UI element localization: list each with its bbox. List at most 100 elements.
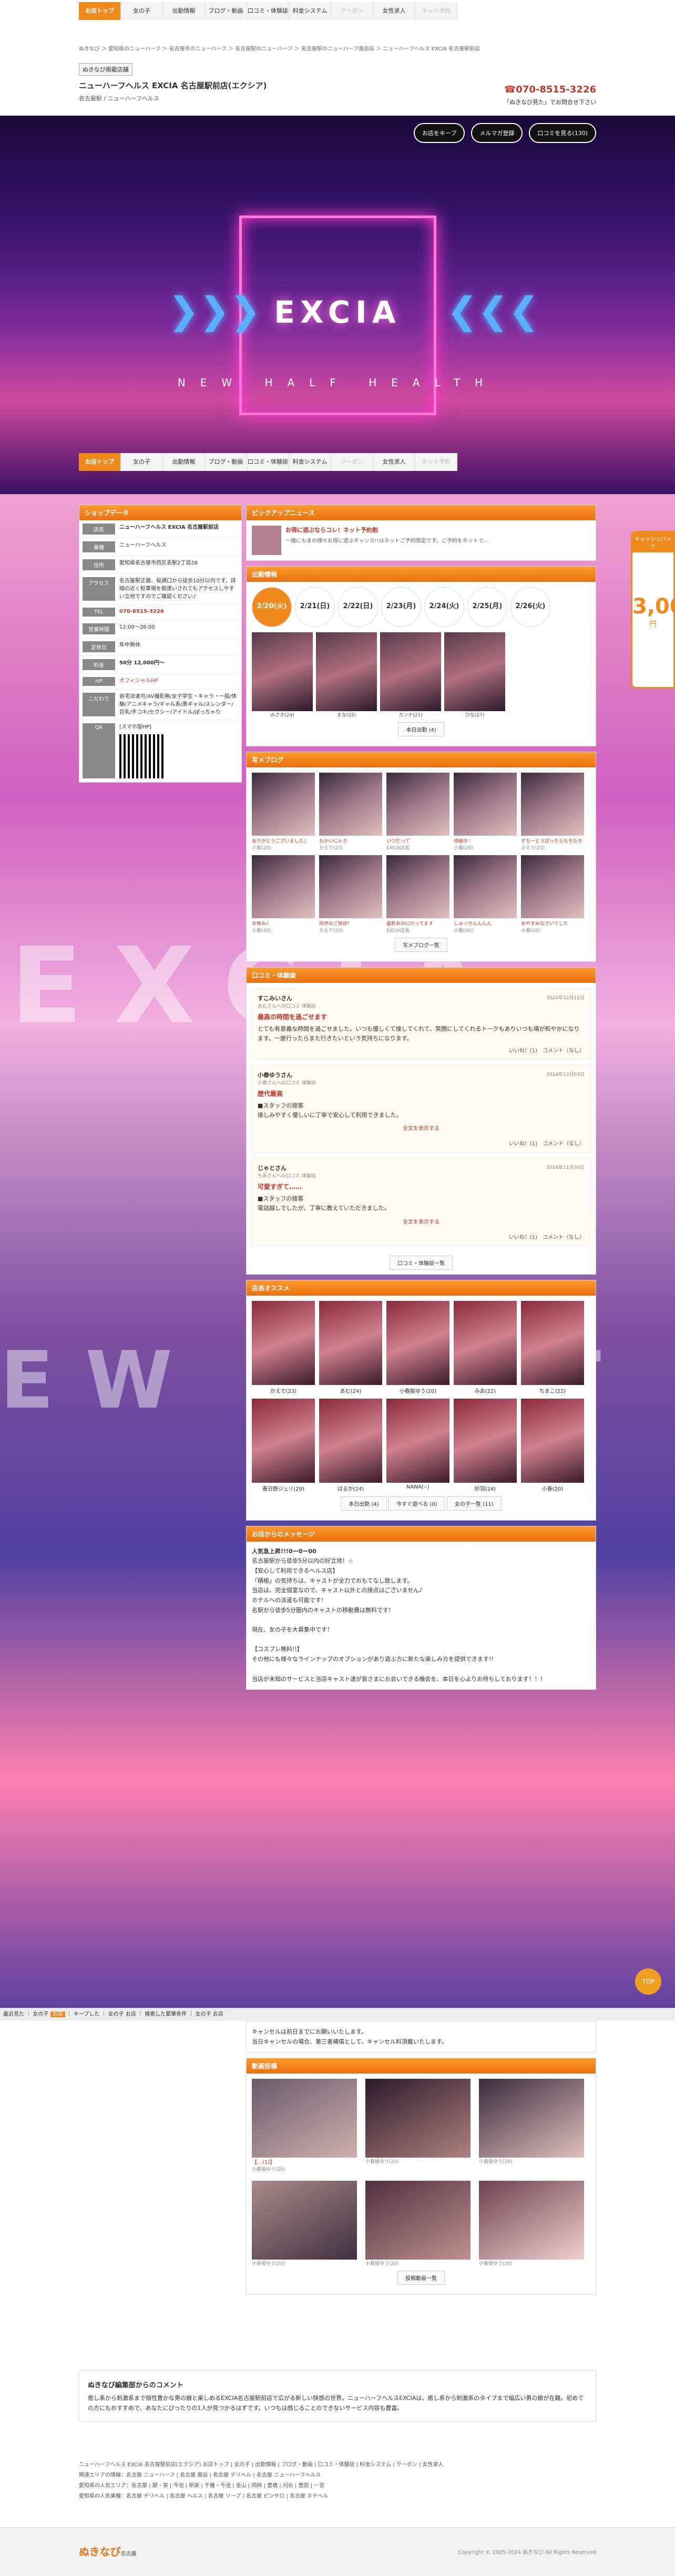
qr-code[interactable] [119, 734, 163, 778]
review-card: 小春ゆうさん 2024年12月03日 小春さんへの口コミ 体験談 歴代最高 ■スタ… [252, 1065, 590, 1153]
day-tab[interactable]: 2/23(月) [381, 587, 421, 627]
nav-price[interactable]: 料金システム [289, 2, 331, 20]
day-tab[interactable]: 2/21(日) [295, 587, 335, 627]
info-row: こだわり 自宅派遣可/AV撮影無/女子学生・キャラ・一般/体験/アニメキャラ/ギャ… [79, 690, 241, 720]
girl-card[interactable]: あむ(24) [319, 1300, 382, 1394]
comment-button[interactable]: コメント（なし） [543, 1235, 585, 1240]
nav-shop-top[interactable]: お店トップ [79, 2, 121, 20]
video-item[interactable]: 小春姫ゆう(20) [252, 2181, 357, 2266]
nav-recruit[interactable]: 女性求人 [373, 2, 415, 20]
like-button[interactable]: いいね！(1) [509, 1141, 537, 1147]
schedule-calendar: 2/20(火) 2/21(日) 2/22(日) 2/23(月) 2/24(火) … [252, 587, 590, 627]
video-panel: 動画投稿 【…(1)】 小春姫ゆう(20) 小春姫ゆう(20) 小春姫ゆう(20)… [246, 2058, 596, 2295]
secondary-nav: お店トップ 女の子 出勤情報 ブログ・動画 口コミ・体験談 料金システム クーポ… [79, 453, 457, 471]
girl-thumb[interactable] [380, 632, 441, 711]
blog-list-button[interactable]: 写メブログ一覧 [395, 938, 447, 952]
nav2-girls[interactable]: 女の子 [121, 453, 163, 471]
like-button[interactable]: いいね！(1) [509, 1235, 537, 1240]
review-card: じゃとさん 2024年11月30日 ちあさんへの口コミ 体験談 可愛すぎて…… ■… [252, 1158, 590, 1246]
blog-item[interactable]: しゅっきんんんん 小春(20) [454, 855, 517, 933]
nav2-reserve[interactable]: ネット予約 [415, 453, 457, 471]
day-tab[interactable]: 2/22(日) [338, 587, 378, 627]
keep-shop-button[interactable]: お店をキープ [414, 123, 465, 143]
comment-button[interactable]: コメント（なし） [543, 1048, 585, 1054]
nav-schedule[interactable]: 出勤情報 [163, 2, 205, 20]
girl-card[interactable]: 春日野ジュリ(29) [252, 1398, 315, 1492]
phone-number[interactable]: ☎070-8515-3226 [504, 84, 596, 95]
comment-button[interactable]: コメント（なし） [543, 1141, 585, 1147]
pickup-thumb[interactable] [252, 526, 281, 555]
history-bar: 最近見た ｜ 女の子 お店 ｜ キープした ｜ 女の子 お店 ｜ 検索した繁華条… [0, 2008, 675, 2020]
breadcrumb[interactable]: ぬきなび ＞ 愛知県のニューハーフ ＞ 名古屋市のニューハーフ ＞ 名古屋駅のニ… [79, 44, 480, 52]
girl-thumb[interactable] [316, 632, 377, 711]
official-hp-link[interactable]: オフィシャルHP [115, 677, 158, 686]
top-bar: ぬきなび名古屋 お店トップ 女の子 出勤情報 ブログ・動画 口コミ・体験談 料金… [0, 0, 675, 34]
expand-review-link[interactable]: 全文を表示する [403, 1219, 439, 1225]
day-tab[interactable]: 2/20(火) [252, 587, 292, 627]
nav2-recruit[interactable]: 女性求人 [373, 453, 415, 471]
review-card: すこみいさん 2024年12月12日 あむさんへの口コミ 体験談 最高の時間を過ご… [252, 988, 590, 1060]
girl-card[interactable]: 小春姫ゆう(20) [386, 1300, 449, 1394]
blog-item[interactable]: ありがとうございました♪ 小春(20) [252, 773, 315, 851]
girl-card[interactable]: ちまこ(22) [521, 1300, 584, 1394]
footer-logo[interactable]: ぬきなび名古屋 [79, 2543, 137, 2559]
all-girls-button[interactable]: 女の子一覧 (11) [446, 1496, 502, 1511]
nav-reserve[interactable]: ネット予約 [415, 2, 457, 20]
nav2-reviews[interactable]: 口コミ・体験談 [247, 453, 289, 471]
blog-grid: ありがとうございました♪ 小春(20) おかいにゃき かえで(23) いつだって EX… [252, 773, 590, 933]
nav-girls[interactable]: 女の子 [121, 2, 163, 20]
nav2-schedule[interactable]: 出勤情報 [163, 453, 205, 471]
page-top-button[interactable]: TOP [635, 1968, 661, 1995]
cashback-banner[interactable]: キャッシュバック 3,000 円 [631, 531, 675, 689]
girl-card[interactable]: かえで(23) [252, 1300, 315, 1394]
recommend-grid: かえで(23) あむ(24) 小春姫ゆう(20) みあ(22) ちまこ(22) … [252, 1300, 590, 1492]
shop-header: ぬきなび掲載店舗 ニューハーフヘルス EXCIA 名古屋駅前店(エクシア) 名古… [79, 63, 596, 116]
phone-note: 「ぬきなび見た」でお問合せ下さい [504, 99, 596, 106]
video-list-button[interactable]: 投稿動画一覧 [397, 2271, 445, 2285]
nav-reviews[interactable]: 口コミ・体験談 [247, 2, 289, 20]
day-tab[interactable]: 2/25(月) [467, 587, 507, 627]
girl-thumb[interactable] [444, 632, 505, 711]
video-item[interactable]: 小春姫ゆう(20) [479, 2079, 584, 2172]
video-item[interactable]: 小春姫ゆう(20) [365, 2079, 471, 2172]
blog-item[interactable]: おかいにゃき かえで(23) [319, 773, 382, 851]
blog-item[interactable]: いつだって EXCIA店長 [386, 773, 449, 851]
video-item[interactable]: 小春姫ゆう(20) [365, 2181, 471, 2266]
mailmag-button[interactable]: メルマガ登録 [471, 123, 523, 143]
view-reviews-button[interactable]: 口コミを見る(130) [529, 123, 596, 143]
nav2-price[interactable]: 料金システム [289, 453, 331, 471]
today-girls-button[interactable]: 本日出勤 (4) [398, 722, 444, 736]
shop-data-sidebar: ショップデータ 店名 ニューハーフヘルス EXCIA 名古屋駅前店 業種 ニューハー… [79, 505, 242, 783]
blog-item[interactable]: ずちーとうぽったらもちもち かえで(23) [521, 773, 584, 851]
nav-coupon[interactable]: クーポン [331, 2, 373, 20]
info-row: 店名 ニューハーフヘルス EXCIA 名古屋駅前店 [79, 520, 241, 538]
shop-data-heading: ショップデータ [79, 505, 241, 520]
blog-panel: 写メブログ ありがとうございました♪ 小春(20) おかいにゃき かえで(23) い… [246, 752, 596, 962]
video-item[interactable]: 小春姫ゆう(20) [479, 2181, 584, 2266]
girl-thumb[interactable] [252, 632, 313, 711]
blog-item[interactable]: 同伴のご挨拶！ かえで(23) [319, 855, 382, 933]
nav2-coupon[interactable]: クーポン [331, 453, 373, 471]
girl-card[interactable]: NANA(--) [386, 1398, 449, 1492]
blog-item[interactable]: お休み♪ 小春(20) [252, 855, 315, 933]
video-item[interactable]: 【…(1)】 小春姫ゆう(20) [252, 2079, 357, 2172]
nav2-shop-top[interactable]: お店トップ [79, 453, 121, 471]
hero-banner: お店をキープ メルマガ登録 口コミを見る(130) ❯❯❯ ❮❮❮ EXCIA … [0, 116, 675, 494]
girl-card[interactable]: みあ(22) [454, 1300, 517, 1394]
day-tab[interactable]: 2/26(火) [510, 587, 550, 627]
today-button[interactable]: 本日出勤 (4) [341, 1496, 387, 1511]
girl-card[interactable]: 紗羽(24) [454, 1398, 517, 1492]
search-label: 検索した繁華条件 [145, 2011, 187, 2017]
girl-card[interactable]: はるか(24) [319, 1398, 382, 1492]
like-button[interactable]: いいね！(1) [509, 1048, 537, 1054]
day-tab[interactable]: 2/24(火) [424, 587, 464, 627]
blog-item[interactable]: 最新あのに行ってます EXCIA店長 [386, 855, 449, 933]
reviews-list-button[interactable]: 口コミ・体験談一覧 [390, 1255, 453, 1270]
expand-review-link[interactable]: 全文を表示する [403, 1126, 439, 1132]
girl-card[interactable]: 小春(20) [521, 1398, 584, 1492]
nav-blog[interactable]: ブログ・動画 [205, 2, 247, 20]
nav2-blog[interactable]: ブログ・動画 [205, 453, 247, 471]
blog-item[interactable]: 待機中♡ 小春(20) [454, 773, 517, 851]
blog-item[interactable]: おやすみなさいでした 小春(20) [521, 855, 584, 933]
available-now-button[interactable]: 今すぐ遊べる (0) [388, 1496, 445, 1511]
